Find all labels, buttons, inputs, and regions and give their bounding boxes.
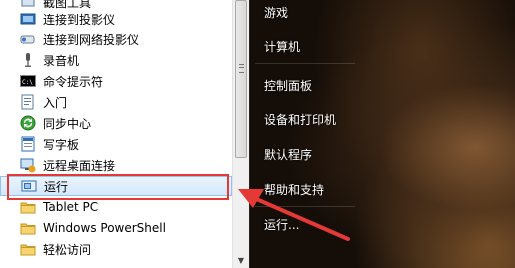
menu-link-games[interactable]: 游戏 (264, 4, 288, 21)
menu-link-default-programs[interactable]: 默认程序 (264, 146, 312, 163)
program-item-network-projector[interactable]: 连接到网络投影仪 (0, 29, 232, 49)
menu-link-help-support[interactable]: 帮助和支持 (264, 181, 324, 198)
cmd-icon: C:\ (20, 73, 36, 89)
network-projector-icon (20, 31, 36, 47)
program-item-label: 录音机 (43, 53, 80, 68)
menu-link-devices-printers[interactable]: 设备和打印机 (264, 111, 336, 128)
program-item-label: Tablet PC (43, 200, 99, 214)
svg-text:C:\: C:\ (22, 79, 33, 86)
program-item-remote-desktop[interactable]: 远程桌面连接 (0, 155, 232, 175)
program-list-scrollbar[interactable]: ▼ (232, 0, 249, 268)
program-item-label: 同步中心 (43, 116, 92, 131)
menu-separator (255, 206, 355, 207)
program-item-sound-recorder[interactable]: 录音机 (0, 50, 232, 70)
program-item-connect-projector[interactable]: 连接到投影仪 (0, 9, 232, 29)
sync-icon (20, 115, 36, 131)
program-item-label: 写字板 (43, 137, 80, 152)
start-menu-right-panel: 游戏 计算机 控制面板 设备和打印机 默认程序 帮助和支持 运行... (249, 0, 515, 268)
folder-icon (20, 199, 36, 215)
panel-divider (249, 0, 250, 268)
scrollbar-thumb[interactable] (235, 0, 247, 158)
program-item-wordpad[interactable]: 写字板 (0, 134, 232, 154)
scrollbar-grip-icon (239, 64, 244, 73)
menu-link-run[interactable]: 运行... (264, 216, 299, 233)
menu-link-control-panel[interactable]: 控制面板 (264, 77, 312, 94)
wordpad-icon (20, 136, 36, 152)
program-item-label: Windows PowerShell (43, 221, 166, 235)
program-folder-accessibility[interactable]: 轻松访问 (0, 239, 232, 259)
scroll-down-arrow-icon[interactable]: ▼ (236, 255, 246, 265)
menu-link-computer[interactable]: 计算机 (264, 38, 300, 55)
program-item-run[interactable]: 运行 (0, 176, 232, 196)
program-item-label: 连接到网络投影仪 (43, 32, 140, 47)
folder-icon (20, 220, 36, 236)
folder-icon (20, 241, 36, 257)
program-item-label: 命令提示符 (43, 74, 104, 89)
program-item-command-prompt[interactable]: C:\ 命令提示符 (0, 71, 232, 91)
menu-separator (255, 63, 355, 64)
program-item-sync-center[interactable]: 同步中心 (0, 113, 232, 133)
program-item-label: 连接到投影仪 (43, 12, 116, 27)
program-item-label: 远程桌面连接 (43, 158, 116, 173)
program-folder-windows-powershell[interactable]: Windows PowerShell (0, 218, 232, 238)
program-item-getting-started[interactable]: 入门 (0, 92, 232, 112)
program-item-label: 轻松访问 (43, 242, 92, 257)
microphone-icon (20, 52, 36, 68)
program-item-label: 运行 (44, 179, 69, 194)
program-item-label: 入门 (43, 95, 68, 110)
projector-icon (20, 11, 36, 27)
run-icon (21, 178, 37, 194)
getting-started-icon (20, 94, 36, 110)
remote-desktop-icon (20, 157, 36, 173)
program-list: 截图工具 连接到投影仪 连接到网络投影仪 录音机 C:\ 命令提示符 入门 同步… (0, 0, 232, 268)
program-folder-tablet-pc[interactable]: Tablet PC (0, 197, 232, 217)
